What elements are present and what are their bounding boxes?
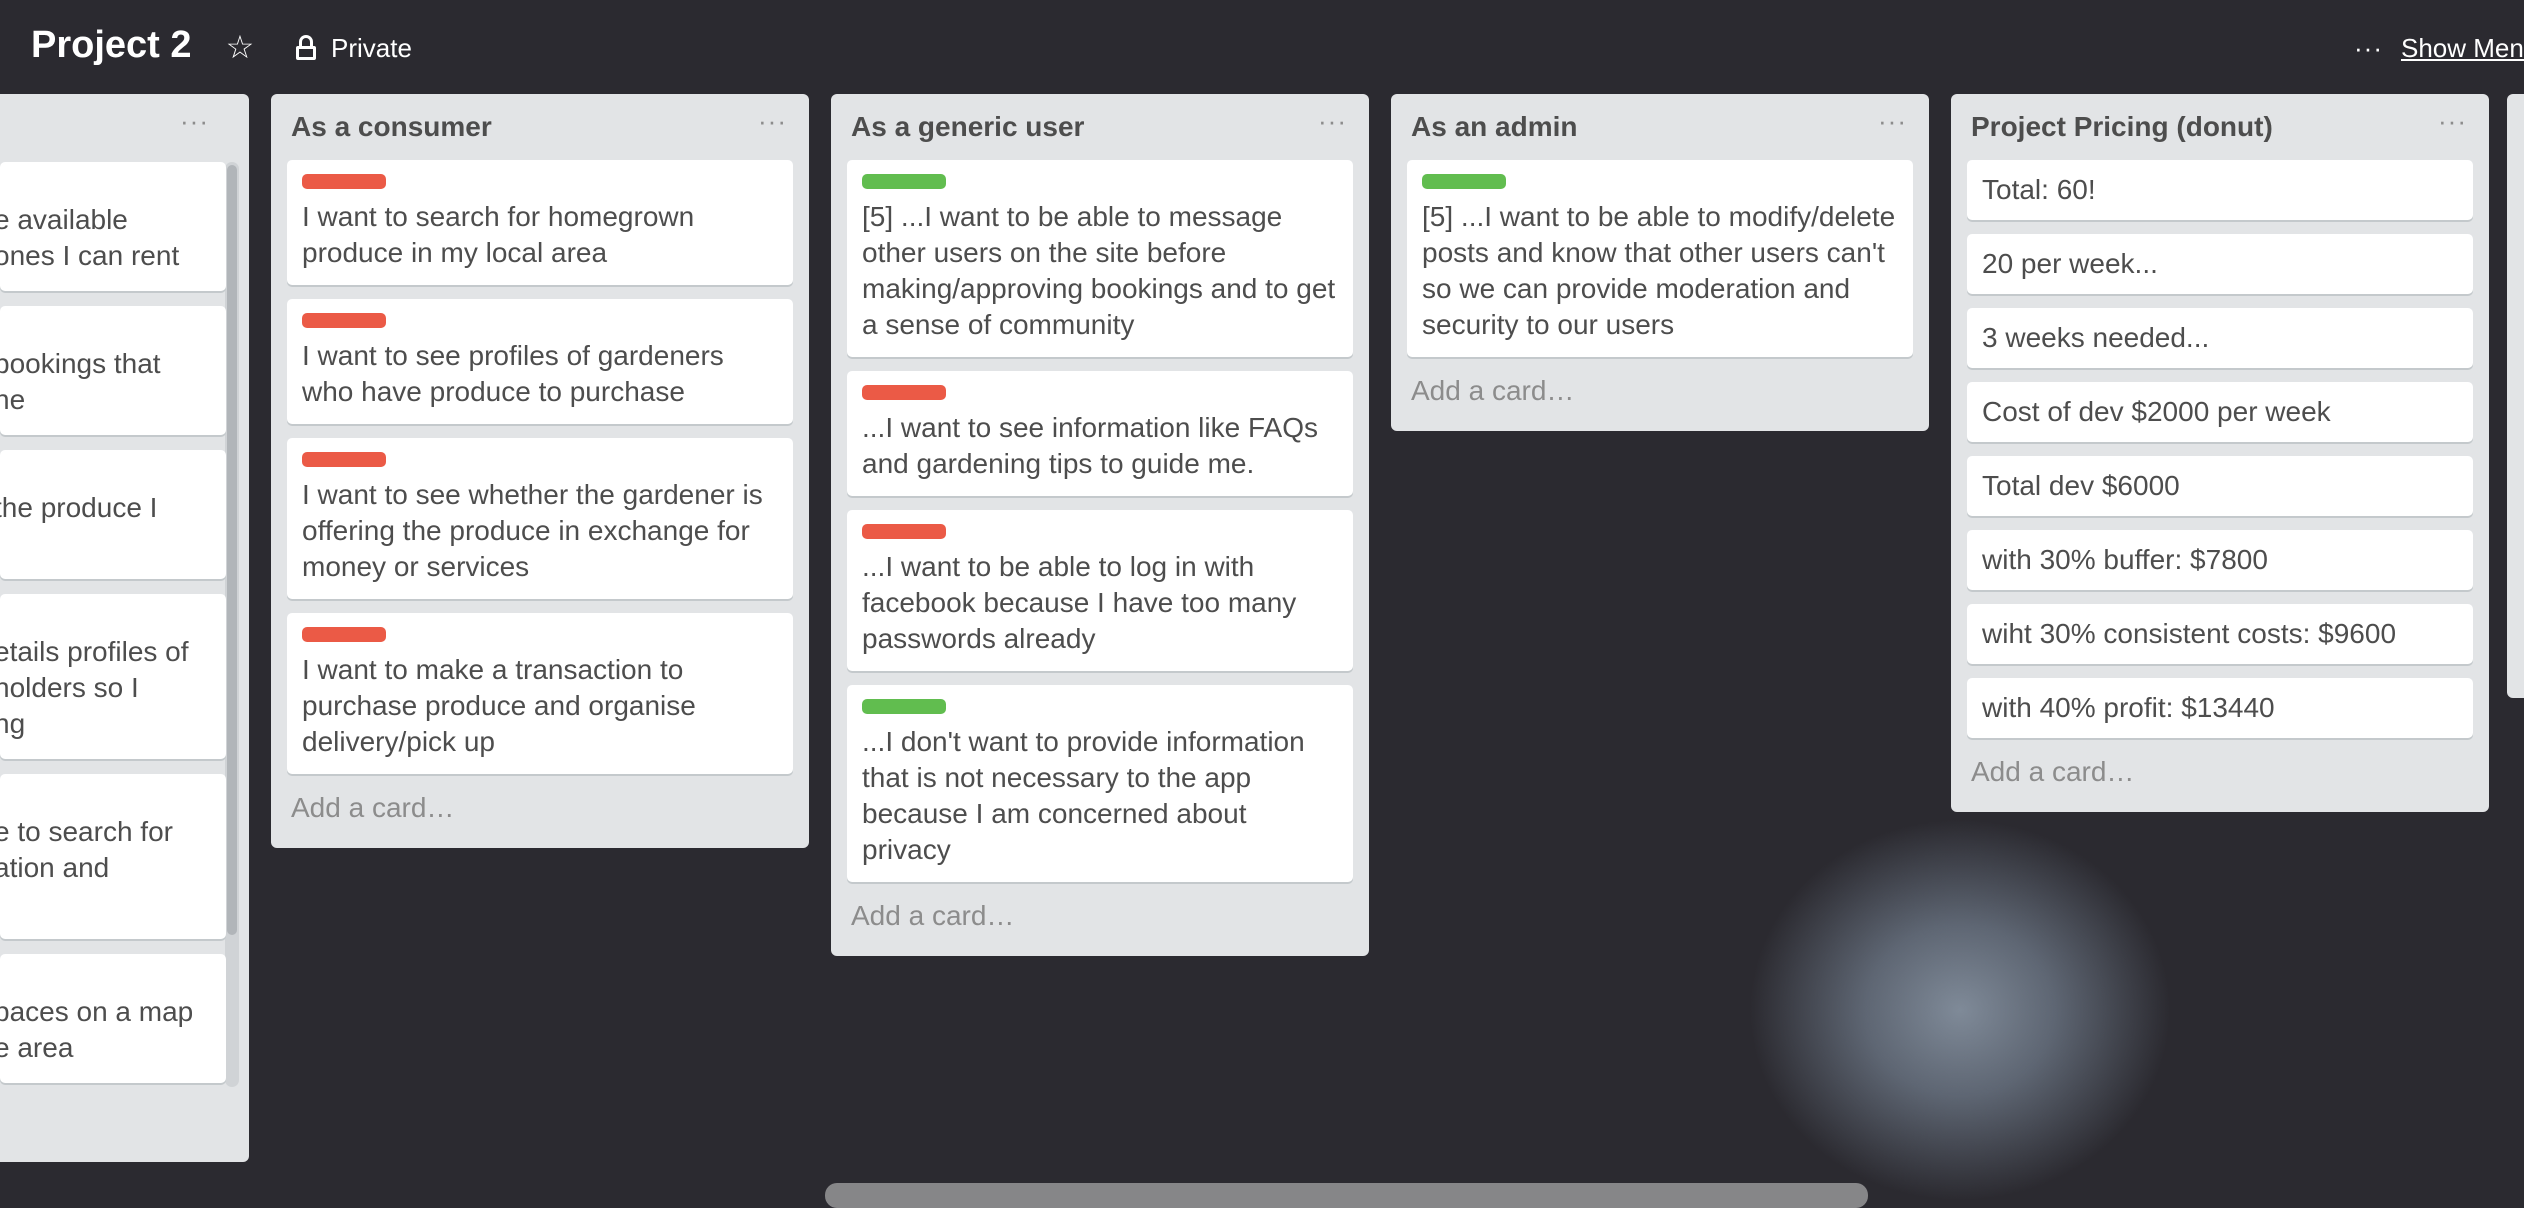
card-text: I want to see profiles of gardeners who …	[302, 340, 724, 407]
list-partial-right	[2507, 94, 2524, 698]
card-label-red	[862, 385, 946, 400]
list-title[interactable]: As a consumer	[291, 111, 492, 143]
list-menu-icon[interactable]: ···	[1878, 108, 1907, 138]
list-card[interactable]: 20 per week...	[1967, 234, 2473, 294]
lock-icon	[295, 35, 317, 61]
card-text: I want to make a transaction to purchase…	[302, 654, 696, 757]
card-text: Total dev $6000	[1982, 470, 2180, 501]
list-title[interactable]: As a generic user	[851, 111, 1084, 143]
list-card[interactable]: etails profiles of holders so I ng	[0, 594, 226, 759]
list-menu-icon[interactable]: ···	[180, 108, 209, 138]
list-card[interactable]: paces on a map e area	[0, 954, 226, 1083]
card-text: ...I want to be able to log in with face…	[862, 551, 1297, 654]
list-card[interactable]: I want to see whether the gardener is of…	[287, 438, 793, 599]
list-card[interactable]: wiht 30% consistent costs: $9600	[1967, 604, 2473, 664]
list-card[interactable]: 3 weeks needed...	[1967, 308, 2473, 368]
list-as-a-consumer: As a consumer ··· I want to search for h…	[271, 94, 809, 848]
card-text: I want to see whether the gardener is of…	[302, 479, 763, 582]
list-card[interactable]: e available ones I can rent	[0, 162, 226, 291]
show-menu-button[interactable]: ··· Show Menu	[2354, 30, 2524, 66]
star-icon[interactable]: ☆	[223, 30, 257, 64]
card-text: with 30% buffer: $7800	[1982, 544, 2268, 575]
list-title[interactable]: Project Pricing (donut)	[1971, 111, 2273, 143]
list-card[interactable]: Cost of dev $2000 per week	[1967, 382, 2473, 442]
card-label-red	[862, 524, 946, 539]
visibility-button[interactable]: Private	[295, 30, 412, 66]
list-card[interactable]: [5] ...I want to be able to modify/delet…	[1407, 160, 1913, 357]
board-horizontal-scrollbar[interactable]	[825, 1183, 1868, 1208]
list-menu-icon[interactable]: ···	[2438, 108, 2467, 138]
card-label-red	[302, 452, 386, 467]
card-text: 3 weeks needed...	[1982, 322, 2210, 353]
card-text: ...I want to see information like FAQs a…	[862, 412, 1318, 479]
board-header: Project 2 ☆ Private ··· Show Menu	[0, 0, 2524, 96]
list-as-a-generic-user: As a generic user ··· [5] ...I want to b…	[831, 94, 1369, 956]
list-project-pricing: Project Pricing (donut) ··· Total: 60! 2…	[1951, 94, 2489, 812]
card-label-green	[1422, 174, 1506, 189]
card-text: wiht 30% consistent costs: $9600	[1982, 618, 2397, 649]
card-text: [5] ...I want to be able to message othe…	[862, 201, 1336, 340]
list-card[interactable]: bookings that ne	[0, 306, 226, 435]
list-card[interactable]: I want to see profiles of gardeners who …	[287, 299, 793, 424]
list-card[interactable]: I want to make a transaction to purchase…	[287, 613, 793, 774]
card-text: [5] ...I want to be able to modify/delet…	[1422, 201, 1896, 340]
card-label-red	[302, 313, 386, 328]
card-label-green	[862, 174, 946, 189]
list-card[interactable]: Total: 60!	[1967, 160, 2473, 220]
add-card-button[interactable]: Add a card…	[1391, 371, 1929, 431]
more-dots-icon: ···	[2354, 32, 2383, 63]
card-text: 20 per week...	[1982, 248, 2158, 279]
card-text: Total: 60!	[1982, 174, 2096, 205]
show-menu-label: Show Menu	[2400, 32, 2524, 63]
add-card-button[interactable]: Add a card…	[271, 788, 809, 848]
list-card[interactable]: with 30% buffer: $7800	[1967, 530, 2473, 590]
list-card[interactable]: Total dev $6000	[1967, 456, 2473, 516]
visibility-label: Private	[331, 32, 412, 63]
list-as-an-admin: As an admin ··· [5] ...I want to be able…	[1391, 94, 1929, 431]
list-scrollbar-thumb[interactable]	[227, 165, 237, 935]
list-title[interactable]: As an admin	[1411, 111, 1577, 143]
card-label-red	[302, 174, 386, 189]
list-card[interactable]: ...I don't want to provide information t…	[847, 685, 1353, 882]
board-title[interactable]: Project 2	[31, 24, 192, 67]
list-card[interactable]: I want to search for homegrown produce i…	[287, 160, 793, 285]
card-text: ...I don't want to provide information t…	[862, 726, 1305, 865]
card-text: I want to search for homegrown produce i…	[302, 201, 695, 268]
list-card[interactable]: ...I want to see information like FAQs a…	[847, 371, 1353, 496]
card-text: with 40% profit: $13440	[1982, 692, 2275, 723]
list-card[interactable]: e to search for ation and	[0, 774, 226, 939]
list-menu-icon[interactable]: ···	[758, 108, 787, 138]
card-label-red	[302, 627, 386, 642]
list-menu-icon[interactable]: ···	[1318, 108, 1347, 138]
list-card[interactable]: the produce I	[0, 450, 226, 579]
add-card-button[interactable]: Add a card…	[1951, 752, 2489, 812]
card-label-green	[862, 699, 946, 714]
add-card-button[interactable]: Add a card…	[831, 896, 1369, 956]
list-card[interactable]: ...I want to be able to log in with face…	[847, 510, 1353, 671]
list-card[interactable]: [5] ...I want to be able to message othe…	[847, 160, 1353, 357]
card-text: Cost of dev $2000 per week	[1982, 396, 2331, 427]
list-card[interactable]: with 40% profit: $13440	[1967, 678, 2473, 738]
